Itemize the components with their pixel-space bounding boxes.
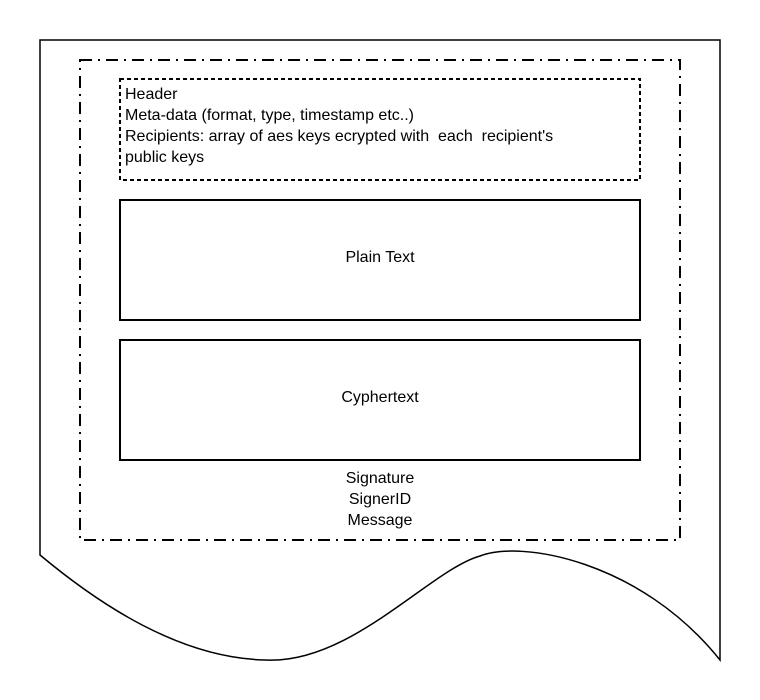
header-recipients-line-2: public keys [125, 149, 205, 166]
cyphertext-label: Cyphertext [341, 389, 419, 406]
header-recipients-line-1: Recipients: array of aes keys ecrypted w… [125, 128, 554, 145]
signature-block: Signature SignerID Message [280, 468, 480, 531]
plain-text-label: Plain Text [345, 249, 415, 266]
header-title: Header [125, 86, 178, 103]
header-metadata: Meta-data (format, type, timestamp etc..… [125, 107, 414, 124]
signer-id-label: SignerID [348, 491, 412, 508]
header-text: Header Meta-data (format, type, timestam… [125, 84, 635, 168]
signature-label: Signature [345, 470, 415, 487]
message-label: Message [347, 512, 413, 529]
